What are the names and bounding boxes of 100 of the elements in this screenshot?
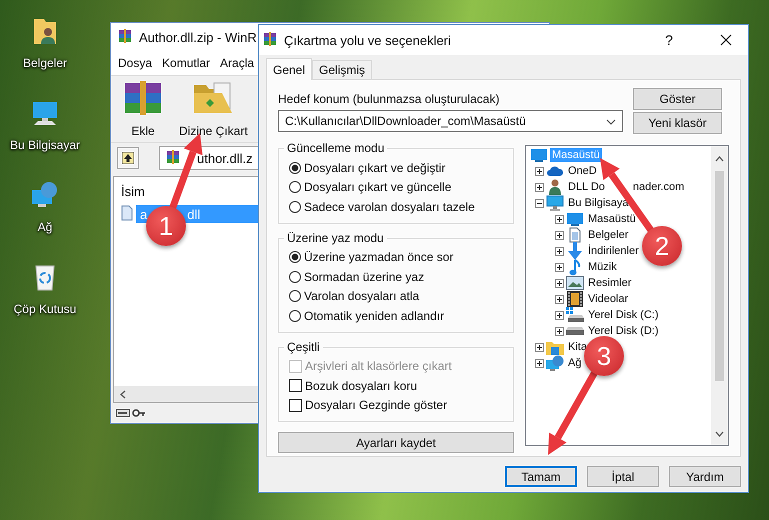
- option-label: Dosyaları çıkart ve güncelle: [304, 180, 452, 194]
- globe-monitor-icon: [30, 180, 60, 210]
- window-title: Author.dll.zip - WinR: [139, 30, 257, 44]
- up-button[interactable]: [117, 147, 139, 169]
- down-chevron-icon: [715, 431, 724, 437]
- dialog-button[interactable]: Tamam: [505, 466, 577, 487]
- side-button[interactable]: Yeni klasör: [633, 112, 722, 134]
- menu-item[interactable]: Dosya: [118, 56, 152, 70]
- plus-box-icon[interactable]: [535, 166, 544, 176]
- toolbar-button[interactable]: Ekle: [117, 79, 169, 138]
- music-note-icon: [569, 258, 581, 276]
- plus-box-icon[interactable]: [555, 246, 564, 256]
- option-label: Otomatik yeniden adlandır: [304, 308, 444, 323]
- left-chevron-icon: [120, 390, 126, 398]
- close-icon[interactable]: [720, 34, 732, 46]
- plus-box-icon[interactable]: [535, 358, 544, 368]
- tree-item[interactable]: Ağ: [566, 356, 584, 370]
- plus-box-icon[interactable]: [555, 294, 564, 304]
- dialog-title: Çıkartma yolu ve seçenekleri: [284, 32, 452, 48]
- option-label: Varolan dosyaları atla: [304, 289, 420, 304]
- tree-item[interactable]: Resimler: [586, 276, 634, 290]
- desktop-icon-label[interactable]: Belgeler: [22, 56, 68, 70]
- radio-button[interactable]: [289, 270, 301, 283]
- plus-box-icon[interactable]: [555, 310, 564, 320]
- folder-icon: [546, 340, 564, 354]
- cloud-icon: [547, 165, 563, 177]
- drive-icon: [566, 326, 584, 336]
- up-arrow-icon: [122, 152, 134, 164]
- tree-item[interactable]: Videolar: [586, 292, 630, 306]
- plus-box-icon[interactable]: [555, 230, 564, 240]
- option-label: Dosyaları çıkart ve değiştir: [304, 160, 446, 175]
- drive-icon: [116, 408, 130, 418]
- option-label: Bozuk dosyaları koru: [305, 378, 418, 393]
- toolbar-button[interactable]: Dizine Çıkart: [175, 79, 252, 138]
- group-title: Çeşitli: [284, 340, 323, 354]
- scrollbar-thumb[interactable]: [715, 171, 724, 381]
- desktop-icon-label[interactable]: Ağ: [38, 220, 52, 234]
- drive-icon: [566, 307, 584, 323]
- tree-item[interactable]: Yerel Disk (C:): [586, 308, 660, 322]
- picture-icon: [566, 276, 584, 290]
- up-chevron-icon: [715, 156, 724, 162]
- checkbox[interactable]: [289, 398, 302, 412]
- plus-box-icon[interactable]: [555, 262, 564, 272]
- radio-button[interactable]: [289, 200, 301, 213]
- option-label: Üzerine yazmadan önce sor: [304, 250, 454, 264]
- radio-button[interactable]: [289, 310, 301, 322]
- help-button[interactable]: ?: [654, 32, 684, 48]
- radio-button[interactable]: [289, 162, 301, 174]
- option-label: Sadece varolan dosyaları tazele: [304, 200, 475, 214]
- plus-box-icon[interactable]: [535, 342, 544, 352]
- tree-item[interactable]: DLL Do: [566, 180, 607, 194]
- tree-item[interactable]: İndirilenler: [586, 244, 641, 258]
- tree-item[interactable]: Masaüstü: [586, 212, 638, 226]
- option-label: Sormadan üzerine yaz: [304, 270, 424, 284]
- tree-item[interactable]: Yerel Disk (D:): [586, 324, 660, 338]
- option-label: Dosyaları Gezginde göster: [305, 398, 448, 412]
- network-icon: [546, 355, 564, 371]
- archive-books-icon: [262, 30, 278, 46]
- radio-button[interactable]: [289, 181, 301, 194]
- checkbox[interactable]: [289, 379, 302, 392]
- group-title: Üzerine yaz modu: [284, 230, 387, 246]
- plus-box-icon[interactable]: [555, 326, 564, 336]
- document-icon: [569, 227, 581, 243]
- option-label: Arşivleri alt klasörlere çıkart: [305, 359, 452, 374]
- side-button[interactable]: Göster: [633, 88, 722, 110]
- desktop-icon-label[interactable]: Çöp Kutusu: [14, 302, 76, 316]
- tree-item[interactable]: OneD: [566, 164, 599, 178]
- archive-books-icon: [165, 148, 181, 164]
- film-icon: [567, 291, 583, 307]
- tree-item[interactable]: Kita: [566, 340, 589, 354]
- person-icon: [548, 179, 562, 195]
- chevron-down-icon: [606, 119, 616, 125]
- menu-item[interactable]: Araçla: [220, 56, 254, 70]
- radio-button[interactable]: [289, 251, 301, 264]
- save-settings-button[interactable]: Ayarları kaydet: [278, 432, 514, 453]
- tab[interactable]: Gelişmiş: [312, 60, 372, 79]
- plus-box-icon[interactable]: [555, 214, 564, 224]
- plus-box-icon[interactable]: [555, 278, 564, 288]
- monitor-icon: [531, 148, 547, 162]
- tree-item[interactable]: Belgeler: [586, 228, 630, 242]
- tree-item[interactable]: Bu Bilgisaya: [566, 196, 631, 210]
- menu-item[interactable]: Komutlar: [162, 56, 210, 70]
- desktop-icon-label[interactable]: Bu Bilgisayar: [10, 138, 80, 152]
- radio-button[interactable]: [289, 290, 301, 302]
- tab[interactable]: Genel: [266, 58, 312, 80]
- tree-item[interactable]: nader.com: [632, 181, 684, 193]
- monitor-icon: [567, 212, 583, 226]
- tree-item[interactable]: Müzik: [586, 260, 619, 274]
- dialog-button[interactable]: Yardım: [669, 466, 741, 487]
- file-icon: [121, 204, 133, 220]
- archive-books-icon: [117, 28, 133, 44]
- dialog-button[interactable]: İptal: [587, 466, 659, 487]
- destination-label: Hedef konum (bulunmazsa oluşturulacak): [278, 92, 500, 108]
- minus-box-icon[interactable]: [535, 198, 544, 208]
- computer-icon: [546, 195, 564, 211]
- vertical-scrollbar[interactable]: [711, 146, 728, 445]
- destination-field[interactable]: C:\Kullanıcılar\DllDownloader_com\Masaüstü: [278, 110, 623, 132]
- down-arrow-icon: [568, 242, 582, 260]
- plus-box-icon[interactable]: [535, 182, 544, 192]
- key-icon: [132, 408, 146, 418]
